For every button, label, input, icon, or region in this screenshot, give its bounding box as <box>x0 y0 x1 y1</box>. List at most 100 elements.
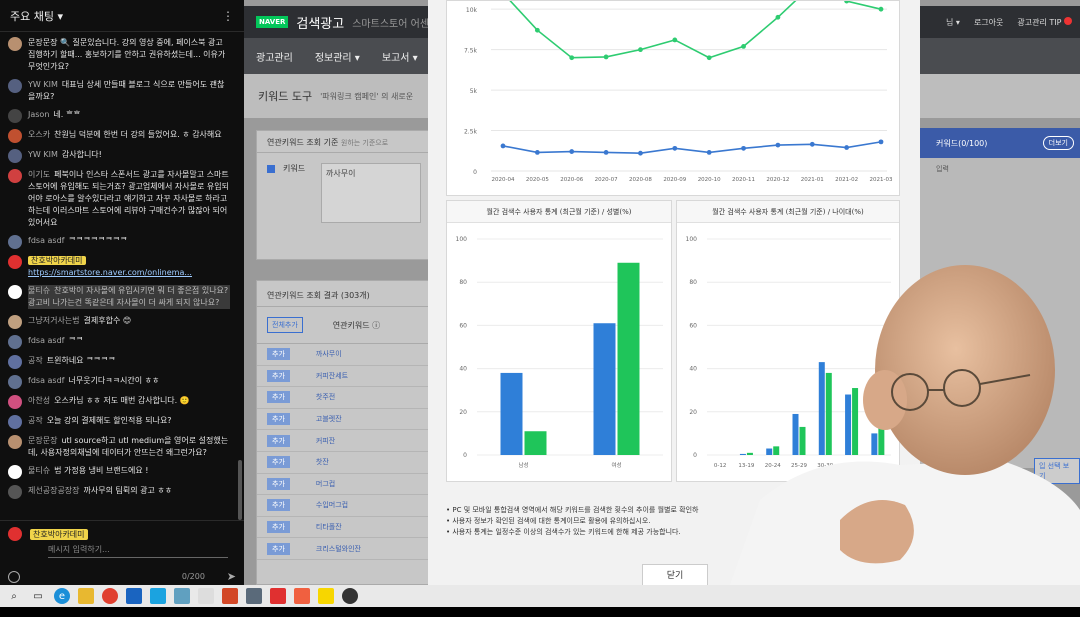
avatar[interactable] <box>8 129 22 143</box>
keyword-link[interactable]: 커피잔세트 <box>316 371 348 381</box>
avatar[interactable] <box>8 355 22 369</box>
avatar[interactable] <box>8 375 22 389</box>
avatar[interactable] <box>8 109 22 123</box>
chat-message-input[interactable]: 메시지 입력하기... <box>48 544 228 558</box>
avatar[interactable] <box>8 315 22 329</box>
chat-author[interactable]: 공작 <box>28 416 43 425</box>
bar <box>500 372 523 455</box>
chat-author[interactable]: YW KIM <box>28 80 58 89</box>
keyword-link[interactable]: 크리스털와인잔 <box>316 544 361 554</box>
avatar[interactable] <box>8 169 22 183</box>
chat-author[interactable]: 물티슈 <box>28 286 50 295</box>
app-icon[interactable] <box>342 588 358 604</box>
add-keyword-button[interactable]: 추가 <box>267 499 290 512</box>
avatar[interactable] <box>8 335 22 349</box>
naver-logo[interactable]: NAVER <box>256 16 289 28</box>
chat-scrollbar[interactable] <box>238 460 242 520</box>
add-keyword-button[interactable]: 추가 <box>267 413 290 426</box>
chat-author[interactable]: fdsa asdf <box>28 376 64 385</box>
y-tick-label: 40 <box>689 366 697 373</box>
chat-author[interactable]: 제선공장공장장 <box>28 486 80 495</box>
app-icon[interactable] <box>270 588 286 604</box>
view-selected-button[interactable]: 입 선택 보기 <box>1034 458 1080 484</box>
outlook-icon[interactable] <box>126 588 142 604</box>
add-keyword-button[interactable]: 추가 <box>267 477 290 490</box>
account-menu[interactable]: 님 ▾ <box>946 17 960 28</box>
nav-ad-management[interactable]: 광고관리 <box>256 49 293 64</box>
logout-link[interactable]: 로그아웃 <box>974 17 1003 28</box>
chat-author[interactable]: YW KIM <box>28 150 58 159</box>
bar <box>766 448 773 455</box>
add-keyword-button[interactable]: 추가 <box>267 521 290 534</box>
ad-tip-link[interactable]: 광고관리 TIP <box>1017 16 1072 28</box>
search-icon[interactable]: ⌕ <box>6 588 22 604</box>
naver-brand[interactable]: 검색광고 <box>296 13 344 32</box>
chat-author[interactable]: 찬호박아카데미 <box>28 256 86 265</box>
keyword-link[interactable]: 수입머그컵 <box>316 500 348 510</box>
app-icon[interactable] <box>294 588 310 604</box>
send-icon[interactable]: ➤ <box>227 570 236 583</box>
keyword-link[interactable]: 찻주전 <box>316 392 335 402</box>
avatar[interactable] <box>8 149 22 163</box>
chat-text: ᄏᄏ <box>68 336 84 345</box>
chat-author[interactable]: 이기도 <box>28 170 50 179</box>
add-keyword-button[interactable]: 추가 <box>267 434 290 447</box>
task-view-icon[interactable]: ▭ <box>30 588 46 604</box>
avatar[interactable] <box>8 235 22 249</box>
keyword-link[interactable]: 머그컵 <box>316 479 335 489</box>
chat-message: 이기도 페북이나 인스타 스폰서드 광고를 자사몰말고 스마트스토어에 유입해도 … <box>8 166 230 232</box>
chat-author[interactable]: 문장문장 <box>28 436 57 445</box>
nav-reports[interactable]: 보고서 ▾ <box>382 49 418 64</box>
x-tick-label: 2021-01 <box>801 177 824 183</box>
more-button[interactable]: 더보기 <box>1042 136 1074 150</box>
keyword-textarea[interactable]: 까사무이 <box>321 163 421 223</box>
edge-icon[interactable]: e <box>54 588 70 604</box>
avatar[interactable] <box>8 395 22 409</box>
calculator-icon[interactable] <box>246 588 262 604</box>
chat-link[interactable]: https://smartstore.naver.com/onlinema... <box>28 268 192 277</box>
avatar[interactable] <box>8 79 22 93</box>
avatar[interactable] <box>8 37 22 51</box>
avatar[interactable] <box>8 415 22 429</box>
x-tick-label: 2021-03 <box>870 177 893 183</box>
chat-author[interactable]: 그냥저거사는법 <box>28 316 80 325</box>
add-keyword-button[interactable]: 추가 <box>267 369 290 382</box>
keyword-link[interactable]: 고블렛잔 <box>316 414 342 424</box>
chat-author[interactable]: 물티슈 <box>28 466 50 475</box>
chat-author[interactable]: 공작 <box>28 356 43 365</box>
app-icon[interactable] <box>150 588 166 604</box>
avatar[interactable] <box>8 435 22 449</box>
more-options-icon[interactable]: ⋮ <box>222 9 234 23</box>
column-header-keyword: 연관키워드 ⓘ <box>332 320 381 330</box>
avatar[interactable] <box>8 485 22 499</box>
add-all-button[interactable]: 전체추가 <box>267 317 303 333</box>
avatar[interactable] <box>8 255 22 269</box>
add-keyword-button[interactable]: 추가 <box>267 542 290 555</box>
chat-author[interactable]: fdsa asdf <box>28 236 64 245</box>
chat-author[interactable]: 오스카 <box>28 130 50 139</box>
folder-icon[interactable] <box>78 588 94 604</box>
chat-author[interactable]: fdsa asdf <box>28 336 64 345</box>
keyword-checkbox[interactable] <box>267 165 275 173</box>
keyword-link[interactable]: 찻잔 <box>316 457 329 467</box>
app-icon[interactable] <box>198 588 214 604</box>
kakaotalk-icon[interactable] <box>318 588 334 604</box>
keyword-link[interactable]: 티타폴잔 <box>316 522 342 532</box>
add-keyword-button[interactable]: 추가 <box>267 348 290 361</box>
add-keyword-button[interactable]: 추가 <box>267 391 290 404</box>
nav-info-management[interactable]: 정보관리 ▾ <box>315 49 360 64</box>
avatar[interactable] <box>8 285 22 299</box>
chat-author[interactable]: Jason <box>28 110 49 119</box>
data-point <box>603 54 609 60</box>
keyword-link[interactable]: 까사무이 <box>316 349 342 359</box>
paint-icon[interactable] <box>174 588 190 604</box>
keyword-link[interactable]: 커피잔 <box>316 436 335 446</box>
y-tick-label: 100 <box>456 236 468 243</box>
avatar[interactable] <box>8 465 22 479</box>
emoji-icon[interactable] <box>8 570 20 583</box>
chat-author[interactable]: 아찬성 <box>28 396 50 405</box>
chrome-icon[interactable] <box>102 588 118 604</box>
chat-filter-dropdown[interactable]: 주요 채팅 ▾ <box>10 8 63 24</box>
add-keyword-button[interactable]: 추가 <box>267 456 290 469</box>
powerpoint-icon[interactable] <box>222 588 238 604</box>
